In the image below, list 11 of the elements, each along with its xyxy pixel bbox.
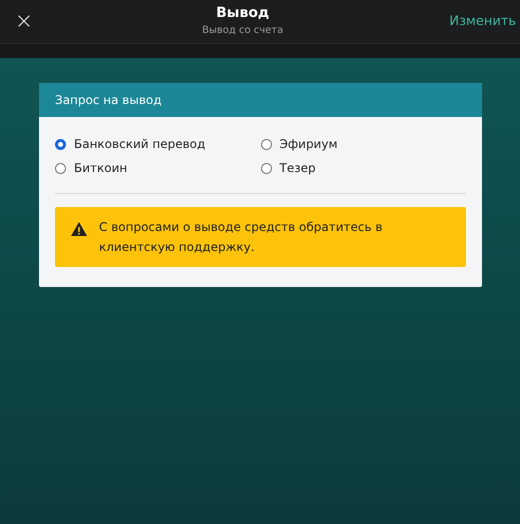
close-button[interactable]: ×: [12, 10, 36, 32]
radio-option[interactable]: Биткоин: [55, 159, 128, 177]
warning-icon: [71, 222, 87, 236]
card-title: Запрос на вывод: [55, 92, 162, 109]
radio-option[interactable]: Тезер: [260, 159, 316, 177]
radio-option[interactable]: Банковский перевод: [55, 135, 206, 153]
page-subtitle: Вывод со счета: [202, 24, 284, 38]
radio-option[interactable]: Эфириум: [260, 135, 338, 153]
edit-link[interactable]: Изменить: [449, 12, 516, 32]
alert-message: С вопросами о выводе средств обратитесь в клиентскую поддержку.: [99, 219, 384, 256]
page-title: Вывод: [216, 5, 270, 23]
